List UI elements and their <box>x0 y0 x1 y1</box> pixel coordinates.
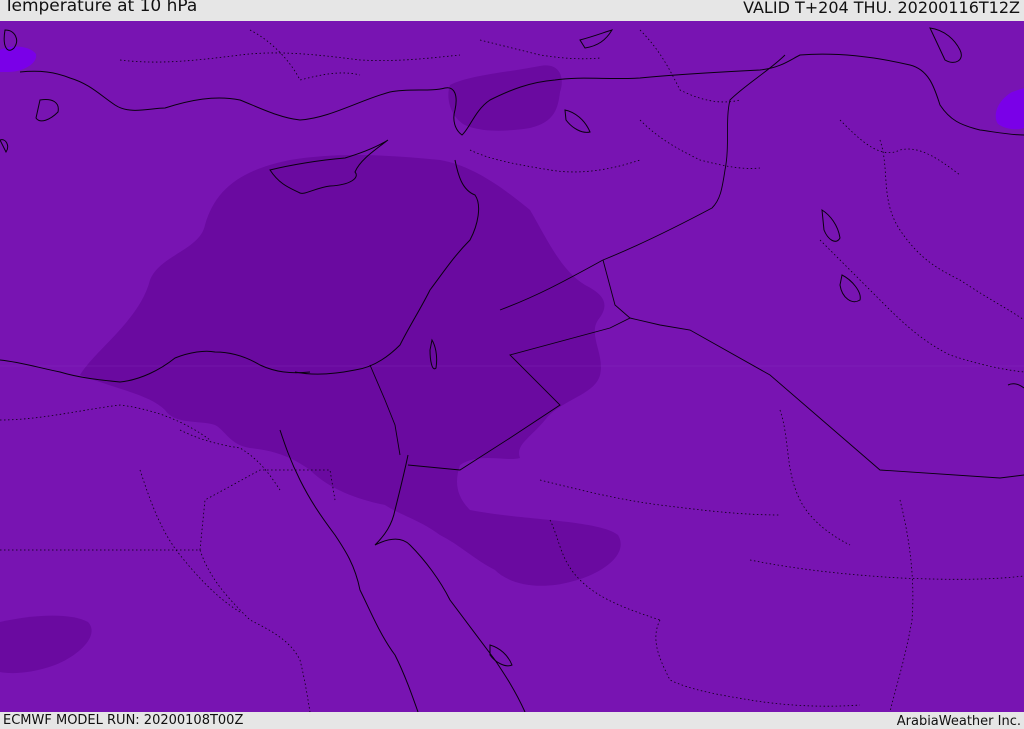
footer-bar: ECMWF MODEL RUN: 20200108T00Z ArabiaWeat… <box>0 712 1024 729</box>
map-title: Temperature at 10 hPa <box>4 0 198 16</box>
temperature-map <box>0 21 1024 712</box>
map-frame: Temperature at 10 hPa VALID T+204 THU. 2… <box>0 0 1024 729</box>
header-bar: Temperature at 10 hPa VALID T+204 THU. 2… <box>0 0 1024 21</box>
credit: ArabiaWeather Inc. <box>896 714 1021 729</box>
valid-time: VALID T+204 THU. 20200116T12Z <box>743 0 1020 17</box>
map-canvas <box>0 21 1024 712</box>
model-run: ECMWF MODEL RUN: 20200108T00Z <box>3 713 244 728</box>
